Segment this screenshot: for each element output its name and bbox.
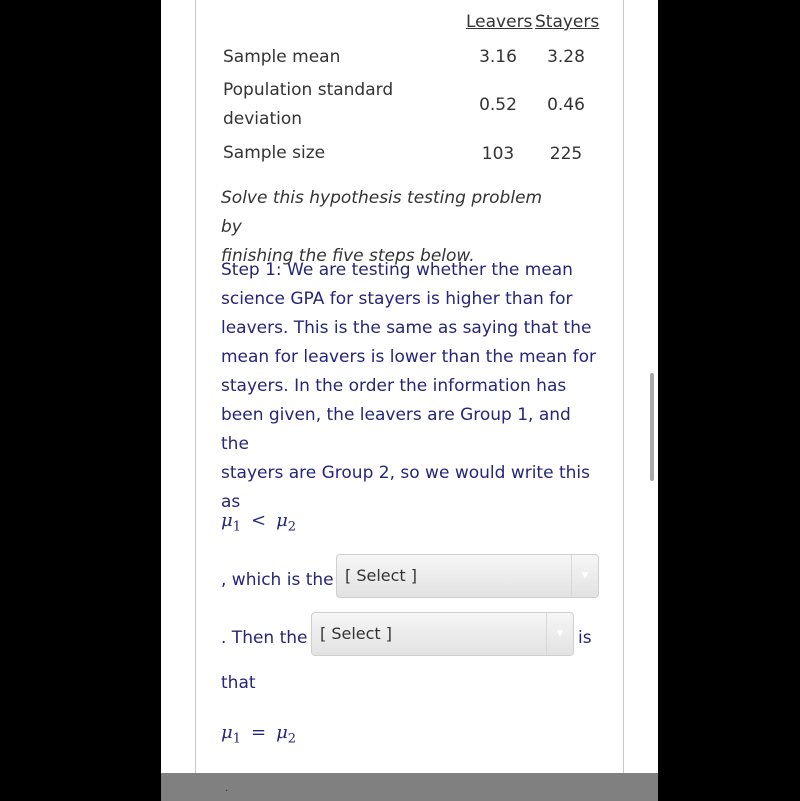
step1-line: stayers are Group 2, so we would write t… bbox=[221, 463, 590, 483]
subscript: 1 bbox=[232, 519, 241, 535]
which-is-the-text: , which is the bbox=[221, 570, 334, 590]
step1-line: science GPA for stayers is higher than f… bbox=[221, 289, 573, 309]
that-text: that bbox=[221, 673, 256, 693]
step1-line: leavers. This is the same as saying that… bbox=[221, 318, 592, 338]
then-the-text: . Then the bbox=[221, 628, 308, 648]
alternative-hypothesis-formula: μ1 < μ2 bbox=[221, 510, 296, 535]
column-header-leavers: Leavers bbox=[466, 12, 533, 32]
cell-stayers-std: 0.46 bbox=[547, 95, 585, 115]
cell-leavers-size: 103 bbox=[481, 144, 515, 164]
content-border-left bbox=[195, 0, 196, 801]
hypothesis-name-select[interactable]: [ Select ] ▼ bbox=[311, 612, 574, 656]
mu-symbol: μ bbox=[276, 722, 288, 743]
mu-symbol: μ bbox=[276, 510, 288, 531]
step1-line: Step 1: We are testing whether the mean bbox=[221, 260, 573, 280]
quiz-panel: Leavers Stayers Sample mean 3.16 3.28 Po… bbox=[161, 0, 658, 801]
subscript: 1 bbox=[232, 731, 241, 747]
dropdown-arrow-icon: ▼ bbox=[546, 613, 573, 655]
null-hypothesis-formula: μ1 = μ2 bbox=[221, 722, 296, 747]
column-header-stayers: Stayers bbox=[535, 12, 600, 32]
trailing-period: . bbox=[225, 783, 229, 794]
step1-text: Step 1: We are testing whether the mean … bbox=[221, 256, 601, 517]
content-border-right bbox=[623, 0, 624, 801]
operator: = bbox=[250, 722, 267, 743]
mu-symbol: μ bbox=[221, 510, 233, 531]
scrollbar-thumb[interactable] bbox=[650, 373, 654, 481]
cell-leavers-std: 0.52 bbox=[479, 95, 517, 115]
select-value: [ Select ] bbox=[320, 624, 393, 643]
bottom-overlay-bar: . bbox=[161, 773, 658, 801]
row-label-std-dev-line2: deviation bbox=[223, 109, 303, 129]
subscript: 2 bbox=[287, 519, 297, 535]
instructions-line: Solve this hypothesis testing problem by bbox=[221, 188, 543, 237]
operator: < bbox=[250, 510, 267, 531]
cell-stayers-mean: 3.28 bbox=[547, 47, 585, 67]
step1-line: mean for leavers is lower than the mean … bbox=[221, 347, 596, 367]
cell-stayers-size: 225 bbox=[549, 144, 583, 164]
dropdown-arrow-icon: ▼ bbox=[571, 555, 598, 597]
subscript: 2 bbox=[287, 731, 297, 747]
step1-line: been given, the leavers are Group 1, and… bbox=[221, 405, 571, 454]
cell-leavers-mean: 3.16 bbox=[479, 47, 517, 67]
row-label-std-dev-line1: Population standard bbox=[223, 80, 394, 100]
step1-line: stayers. In the order the information ha… bbox=[221, 376, 567, 396]
select-value: [ Select ] bbox=[345, 566, 418, 585]
row-label-sample-size: Sample size bbox=[223, 143, 326, 163]
is-text: is bbox=[578, 628, 592, 648]
hypothesis-type-select[interactable]: [ Select ] ▼ bbox=[336, 554, 599, 598]
mu-symbol: μ bbox=[221, 722, 233, 743]
row-label-sample-mean: Sample mean bbox=[223, 47, 341, 67]
